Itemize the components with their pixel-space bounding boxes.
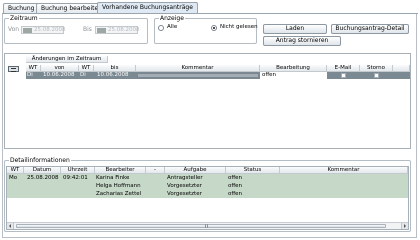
col-von: von bbox=[41, 65, 79, 72]
row-von: 10.06.2008 bbox=[43, 72, 75, 78]
anzeige-legend: Anzeige bbox=[159, 15, 185, 22]
scroll-right-icon[interactable] bbox=[401, 223, 408, 229]
bis-date-value: 25.08.2008 bbox=[108, 27, 140, 33]
horizontal-scrollbar[interactable] bbox=[7, 222, 408, 229]
detail-col-uhrzeit: Uhrzeit bbox=[61, 167, 95, 174]
expand-icon[interactable] bbox=[8, 66, 19, 72]
von-date-field[interactable]: 25.08.2008 bbox=[21, 26, 66, 34]
detail-col-aufgabe: Aufgabe bbox=[165, 167, 226, 174]
detail-status: offen bbox=[228, 190, 243, 197]
detail-bearbeiter: Karina Finke bbox=[96, 174, 130, 181]
col-storno: Storno bbox=[360, 65, 393, 72]
detail-bearbeiter: Zacharias Zettel bbox=[96, 190, 142, 197]
calendar-icon[interactable] bbox=[23, 28, 32, 33]
details-legend: Detailinformationen bbox=[9, 157, 71, 164]
von-date-value: 25.08.2008 bbox=[34, 27, 66, 33]
detail-col-status: Status bbox=[226, 167, 280, 174]
detail-col-kommentar: Kommentar bbox=[280, 167, 408, 174]
row-wt2: Di bbox=[80, 72, 86, 78]
radio-alle[interactable] bbox=[158, 25, 164, 31]
radio-nicht-gelesen-label: Nicht gelesen bbox=[220, 24, 258, 30]
col-email: E-Mail bbox=[327, 65, 360, 72]
detail-col-bearbeiter: Bearbeiter bbox=[95, 167, 146, 174]
detail-aufgabe: Vorgesetzter bbox=[167, 182, 202, 189]
bis-label: Bis bbox=[83, 26, 92, 33]
buchungsantrag-detail-button[interactable]: Buchungsantrag-Detail bbox=[331, 24, 409, 34]
bis-date-field[interactable]: 25.08.2008 bbox=[95, 26, 140, 34]
antrag-stornieren-button[interactable]: Antrag stornieren bbox=[263, 36, 341, 46]
detail-status: offen bbox=[228, 182, 243, 189]
detail-aufgabe: Vorgesetzter bbox=[167, 190, 202, 197]
detail-col-datum: Datum bbox=[24, 167, 61, 174]
col-kommentar: Kommentar bbox=[136, 65, 260, 72]
table-row[interactable] bbox=[7, 182, 408, 190]
detail-col-wt: WT bbox=[7, 167, 24, 174]
row-storno-checkbox[interactable] bbox=[374, 73, 379, 78]
detail-bearbeiter: Helga Hoffmann bbox=[96, 182, 141, 189]
detail-status: offen bbox=[228, 174, 243, 181]
scrollbar-grip-icon bbox=[205, 224, 208, 228]
col-bis: bis bbox=[94, 65, 136, 72]
row-kommentar-field[interactable] bbox=[137, 73, 259, 78]
radio-nicht-gelesen[interactable] bbox=[211, 25, 217, 31]
detail-wt: Mo bbox=[9, 174, 18, 181]
scroll-left-icon[interactable] bbox=[7, 223, 14, 229]
radio-alle-label: Alle bbox=[167, 24, 178, 30]
col-spacer bbox=[393, 65, 410, 72]
col-wt: WT bbox=[26, 65, 41, 72]
row-wt1: Di bbox=[27, 72, 33, 78]
detail-uhrzeit: 09:42:01 bbox=[63, 174, 88, 181]
detail-aufgabe: Antragsteller bbox=[167, 174, 203, 181]
detail-datum: 25.08.2008 bbox=[27, 174, 59, 181]
changes-group-header: Änderungen im Zeitraum bbox=[26, 56, 108, 63]
zeitraum-legend: Zeitraum bbox=[9, 15, 39, 22]
table-row[interactable] bbox=[7, 190, 408, 198]
col-wt: WT bbox=[79, 65, 94, 72]
row-bearbeitung-cell: offen bbox=[260, 72, 327, 79]
col-bearbeitung: Bearbeitung bbox=[260, 65, 327, 72]
row-bis: 10.06.2008 bbox=[97, 72, 129, 78]
row-email-checkbox[interactable] bbox=[341, 73, 346, 78]
row-bearbeitung: offen bbox=[262, 72, 277, 78]
calendar-icon[interactable] bbox=[97, 28, 106, 33]
laden-button[interactable]: Laden bbox=[263, 24, 327, 34]
scrollbar-thumb[interactable] bbox=[16, 224, 386, 228]
detail-col-dash: - bbox=[146, 167, 165, 174]
von-label: Von bbox=[8, 26, 20, 33]
anzeige-group: Anzeige bbox=[154, 15, 257, 44]
